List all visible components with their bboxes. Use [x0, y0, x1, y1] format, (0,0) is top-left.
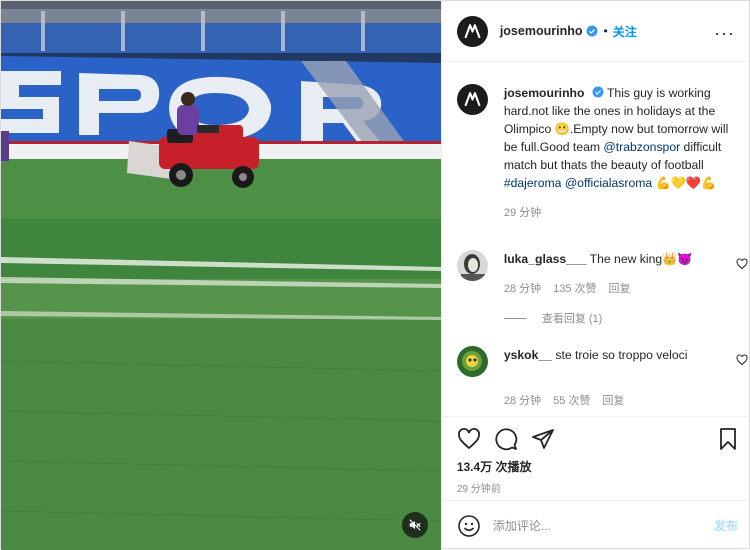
- verified-icon: [586, 25, 598, 37]
- share-icon[interactable]: [531, 427, 555, 451]
- comment-icon[interactable]: [494, 427, 518, 451]
- comment-text: ste troie so troppo veloci: [555, 348, 688, 362]
- post-time[interactable]: 29 分钟前: [457, 480, 501, 495]
- verified-icon: [592, 86, 604, 98]
- comment-username[interactable]: yskok__: [504, 348, 552, 362]
- video-frame: [1, 1, 441, 550]
- caption-emojis: 💪💛❤️💪: [655, 176, 717, 190]
- comment-body: yskok__ ste troie so troppo veloci: [504, 346, 709, 364]
- comment-meta: 28 分钟 135 次赞 回复: [504, 280, 631, 296]
- post-header: josemourinho • 关注 ···: [441, 1, 749, 62]
- caption-username[interactable]: josemourinho: [504, 86, 585, 100]
- mention-trabzonspor[interactable]: @trabzonspor: [603, 140, 680, 154]
- caption-text: josemourinho This guy is working hard.no…: [504, 84, 736, 222]
- comment-body: luka_glass___ The new king👑😈: [504, 250, 709, 268]
- comments-list[interactable]: josemourinho This guy is working hard.no…: [442, 62, 750, 416]
- view-replies-button[interactable]: 查看回复 (1): [503, 310, 603, 326]
- views-count[interactable]: 13.4万 次播放: [457, 458, 532, 475]
- heart-icon[interactable]: [736, 258, 748, 270]
- author-avatar[interactable]: [456, 15, 488, 47]
- comment-text: The new king: [589, 252, 663, 266]
- commenter-avatar[interactable]: [456, 346, 488, 377]
- mute-button[interactable]: [402, 512, 428, 538]
- mute-icon: [409, 519, 421, 531]
- comment-username[interactable]: luka_glass___: [504, 252, 587, 266]
- heart-icon[interactable]: [736, 354, 748, 366]
- separator-dot: •: [603, 24, 608, 38]
- grimace-emoji: 😬: [554, 122, 570, 136]
- post-comment-button[interactable]: 发布: [714, 517, 738, 534]
- post-modal: josemourinho • 关注 ··· josemourinho This …: [0, 0, 750, 550]
- more-options-icon[interactable]: ···: [714, 23, 735, 44]
- comment-likes[interactable]: 135 次赞: [553, 280, 596, 296]
- heart-icon[interactable]: [457, 427, 481, 451]
- view-replies-line: [503, 317, 526, 319]
- comment-emoji: 👑😈: [662, 252, 693, 266]
- comment-likes[interactable]: 55 次赞: [553, 392, 590, 408]
- caption-time: 29 分钟: [503, 207, 542, 219]
- comment-input[interactable]: [492, 518, 693, 533]
- caption-avatar[interactable]: [456, 84, 488, 115]
- post-actions: 13.4万 次播放 29 分钟前: [441, 416, 750, 500]
- comment-time: 28 分钟: [503, 395, 542, 407]
- post-side-panel: josemourinho • 关注 ··· josemourinho This …: [440, 1, 750, 550]
- comment-composer: 发布: [441, 500, 750, 550]
- reply-button[interactable]: 回复: [602, 392, 624, 408]
- reply-button[interactable]: 回复: [609, 280, 631, 296]
- comment-time: 28 分钟: [503, 283, 542, 295]
- view-replies-label[interactable]: 查看回复 (1): [542, 310, 603, 326]
- commenter-avatar[interactable]: [456, 250, 488, 281]
- author-username[interactable]: josemourinho: [500, 24, 583, 38]
- mention-officialasroma[interactable]: @officialasroma: [565, 176, 652, 190]
- bookmark-icon[interactable]: [716, 427, 740, 451]
- follow-button[interactable]: 关注: [613, 23, 637, 40]
- comment-meta: 28 分钟 55 次赞 回复: [504, 392, 625, 408]
- post-video[interactable]: [1, 1, 441, 550]
- emoji-icon[interactable]: [457, 514, 481, 538]
- hashtag-dajeroma[interactable]: #dajeroma: [504, 176, 562, 190]
